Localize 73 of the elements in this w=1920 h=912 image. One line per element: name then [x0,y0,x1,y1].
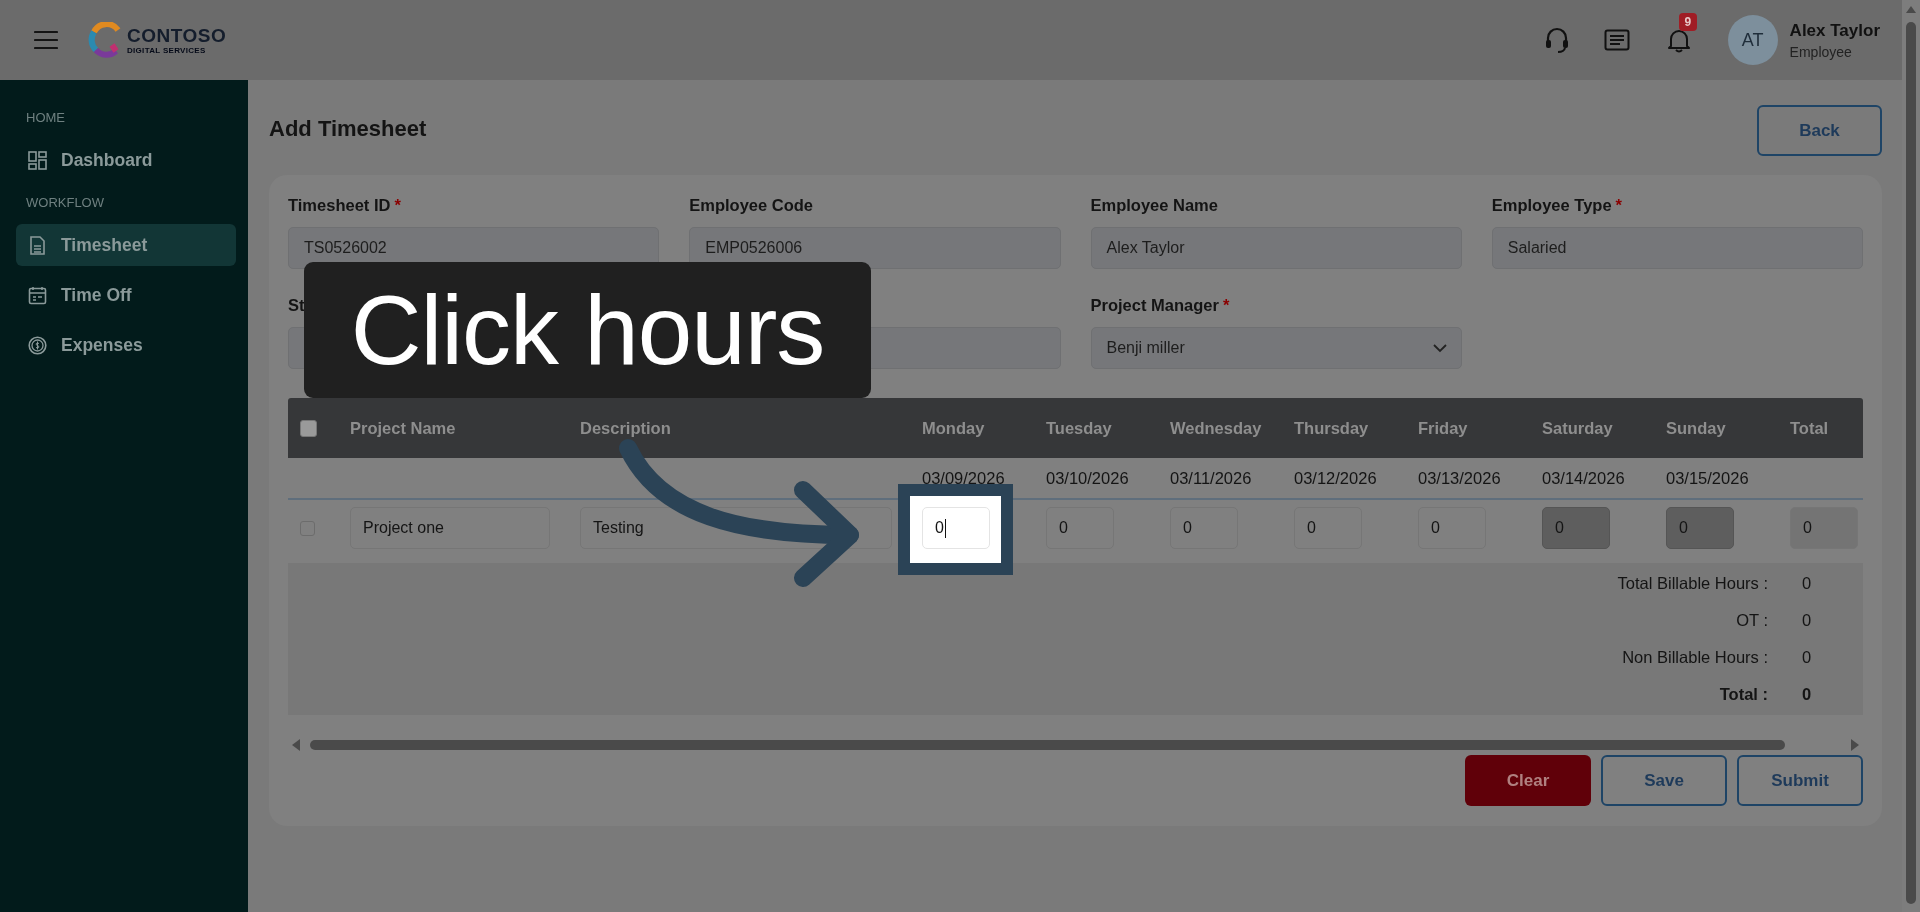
field-label: St [288,296,305,314]
user-name: Alex Taylor [1789,20,1880,41]
hours-field[interactable]: 0 [1170,507,1238,549]
column-header: Saturday [1541,418,1614,438]
field-label: Timesheet ID [288,196,391,214]
user-role: Employee [1789,43,1853,60]
section-heading: HOME [25,110,66,125]
summary-value: 0 [1801,684,1813,705]
summary-value: 0 [1801,610,1813,631]
column-header: Monday [921,418,986,438]
action-button[interactable]: Clear [1465,755,1591,806]
chevron-down-icon [1432,343,1447,353]
required-mark: * [394,196,401,214]
input-field[interactable]: EMP0526006 [689,227,1061,269]
hours-field[interactable]: 0 [1418,507,1486,549]
logo-tagline: DIGITAL SERVICES [127,46,207,55]
hours-field[interactable]: 0 [1046,507,1114,549]
field-label: Employee Code [689,196,814,214]
summary-label: OT : [1735,610,1768,631]
grid-icon [28,150,47,170]
user-avatar[interactable]: AT [1727,15,1778,65]
column-header: Description [579,418,672,438]
required-mark: * [1615,196,1622,214]
date-label: 03/15/2026 [1665,468,1750,488]
column-header: Sunday [1665,418,1727,438]
coin-icon [28,335,47,355]
date-label: 03/11/2026 [1169,468,1253,488]
bell-icon[interactable] [1665,27,1692,53]
input-field[interactable]: Salaried [1491,227,1863,269]
hours-field[interactable]: 0 [1294,507,1362,549]
input-field[interactable]: Project one [350,507,550,549]
select-all-checkbox[interactable] [300,419,317,437]
message-icon[interactable] [1603,29,1630,51]
input-field[interactable]: Alex Taylor [1090,227,1462,269]
hours-field[interactable]: 0 [922,507,990,549]
back-button[interactable]: Back [1757,105,1882,156]
sidebar-item[interactable]: Time Off [16,274,236,316]
calendar-icon [28,285,47,305]
page-title: Add Timesheet [269,116,427,142]
sidebar-item[interactable]: Timesheet [16,224,236,266]
date-label: 03/13/2026 [1417,468,1502,488]
column-header: Tuesday [1045,418,1113,438]
column-header: Wednesday [1169,418,1263,438]
summary-value: 0 [1801,573,1813,594]
date-label: 03/10/2026 [1045,468,1130,488]
field-label: Employee Type [1491,196,1612,214]
date-label: 03/14/2026 [1541,468,1626,488]
column-header: Thursday [1293,418,1370,438]
summary-label: Non Billable Hours : [1621,647,1768,668]
logo-name: CONTOSO [127,25,227,45]
field-label: Employee Name [1090,196,1218,214]
summary-label: Total : [1718,684,1768,705]
notification-badge: 9 [1678,13,1698,31]
column-header: Friday [1417,418,1469,438]
sidebar-item[interactable]: Dashboard [16,139,236,181]
action-button[interactable]: Save [1601,755,1727,806]
date-label: 03/09/2026 [921,468,1006,488]
dropdown-field[interactable]: Benji miller [1090,327,1462,369]
menu-icon[interactable] [34,30,58,50]
sidebar-item[interactable]: Expenses [16,324,236,366]
required-mark: * [1222,296,1230,314]
column-header: Project Name [349,418,457,438]
summary-label: Total Billable Hours : [1616,573,1768,594]
hint-tooltip: Click hours [304,262,871,398]
section-heading: WORKFLOW [25,195,105,210]
date-label: 03/12/2026 [1293,468,1378,488]
column-header: Total [1789,418,1830,438]
field-label: Project Manager [1090,296,1219,314]
action-button[interactable]: Submit [1737,755,1863,806]
headset-icon[interactable] [1543,26,1570,54]
total-field: 0 [1790,507,1858,549]
summary-value: 0 [1801,647,1813,668]
document-icon [28,235,47,255]
